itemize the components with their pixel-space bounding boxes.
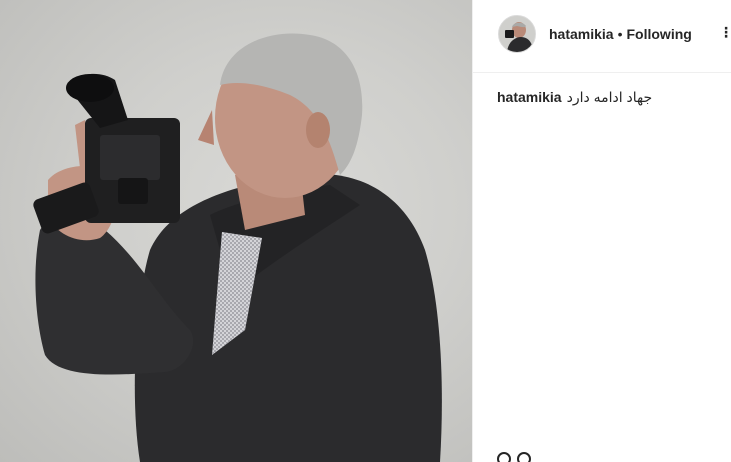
post-header: hatamikia • Following ⋮ [473,0,731,73]
avatar[interactable] [498,15,536,53]
header-text: hatamikia • Following [549,26,692,42]
more-options-icon[interactable]: ⋮ [719,24,731,44]
caption-username-link[interactable]: hatamikia [497,89,562,105]
caption-text: جهاد ادامه دارد [566,89,653,105]
separator-dot: • [617,26,623,42]
avatar-image [499,16,535,52]
post-side-panel: hatamikia • Following ⋮ hatamikia جهاد ادام… [472,0,731,462]
action-icons-partial [497,452,545,462]
comment-icon[interactable] [517,452,531,462]
like-icon[interactable] [497,452,511,462]
portrait-illustration [33,33,442,462]
post-caption: hatamikia جهاد ادامه دارد [497,88,727,106]
following-button[interactable]: Following [627,26,692,42]
post-photo[interactable] [0,0,472,462]
username-link[interactable]: hatamikia [549,26,614,42]
